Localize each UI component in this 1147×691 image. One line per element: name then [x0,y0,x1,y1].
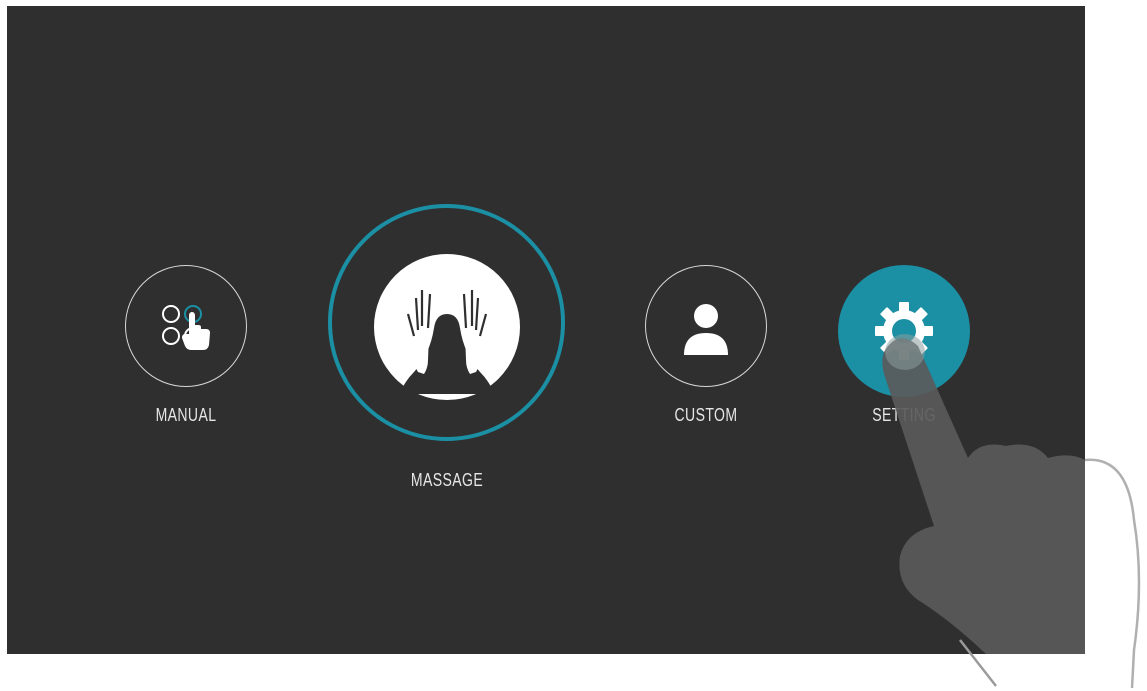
gear-icon [875,302,933,360]
setting-button[interactable]: SETTING [838,265,970,437]
touch-select-icon [162,305,210,350]
setting-label: SETTING [872,405,936,425]
main-menu-screen: MANUAL MASSAGE CUSTOM SETTING [7,6,1085,654]
massage-label: MASSAGE [410,470,484,490]
massage-button[interactable]: MASSAGE [328,204,565,504]
manual-label: MANUAL [155,405,217,425]
user-icon [684,304,728,355]
massage-hands-icon [374,254,520,400]
manual-button[interactable]: MANUAL [125,265,247,437]
custom-label: CUSTOM [674,405,738,425]
custom-button[interactable]: CUSTOM [645,265,767,437]
